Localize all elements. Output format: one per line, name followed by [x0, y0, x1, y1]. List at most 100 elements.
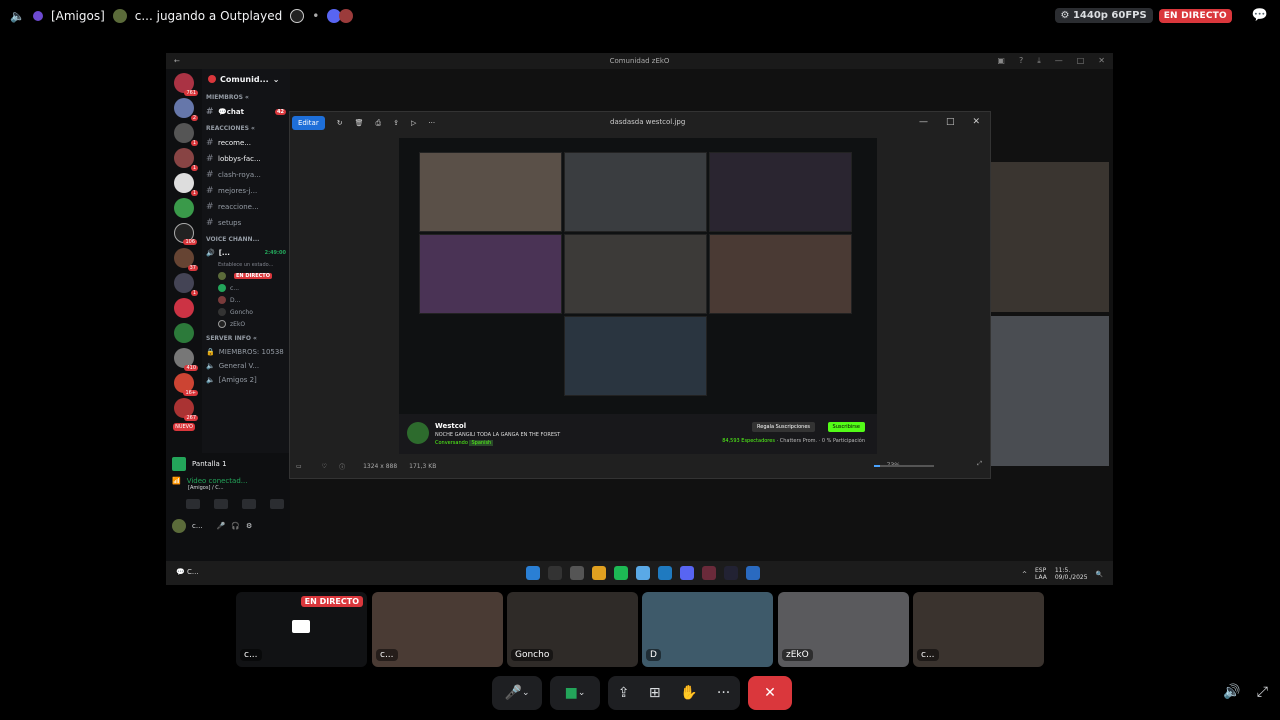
volume-icon[interactable]: 🔊	[1223, 684, 1240, 700]
chevron-up-icon[interactable]: ^	[1022, 571, 1027, 578]
info-icon[interactable]: ⓘ	[339, 462, 345, 471]
zoom-slider[interactable]	[874, 465, 934, 467]
channel-item[interactable]: # lobbys-fac...	[202, 151, 290, 167]
soundboard-button[interactable]	[270, 499, 284, 509]
server-icon-9[interactable]: 1	[174, 273, 198, 296]
windows-start-icon[interactable]	[526, 566, 540, 580]
fullscreen-icon[interactable]: ⤢	[1257, 684, 1268, 700]
rotate-icon[interactable]: ↻	[337, 119, 343, 127]
category-voice[interactable]: VOICE CHANN...	[202, 231, 290, 246]
participant-tile[interactable]: c...	[913, 592, 1044, 667]
favorite-icon[interactable]: ♡	[322, 463, 327, 470]
server-name[interactable]: Comunid... ⌄	[202, 69, 290, 89]
lang-indicator[interactable]: ESP LAA	[1035, 567, 1047, 581]
server-icon-5[interactable]: 1	[174, 173, 198, 196]
gear-icon[interactable]: ⚙	[246, 522, 252, 530]
channel-item[interactable]: # reaccione...	[202, 199, 290, 215]
activities-button[interactable]	[242, 499, 256, 509]
voice-user[interactable]: EN DIRECTO	[202, 270, 290, 282]
chrome-icon[interactable]	[592, 566, 606, 580]
steam-icon[interactable]	[724, 566, 738, 580]
server-icon-6[interactable]	[174, 198, 194, 218]
voice-user[interactable]: zEkO	[202, 318, 290, 330]
participant-tile[interactable]: D	[642, 592, 773, 667]
info-channel[interactable]: 🔒 MIEMBROS: 10538	[202, 345, 290, 359]
settings-app-icon[interactable]	[570, 566, 584, 580]
camera-button[interactable]	[186, 499, 200, 509]
participant-tile[interactable]: EN DIRECTO c...	[236, 592, 367, 667]
server-icon-3[interactable]: 1	[174, 123, 198, 146]
shared-screen[interactable]: ← Comunidad zEkO ▣ ? ⤓ — □ ✕ 761 2 1 1 1…	[166, 53, 1113, 585]
user-name[interactable]: c...	[192, 522, 203, 530]
spotify-icon[interactable]	[614, 566, 628, 580]
mic-icon[interactable]: 🎤	[217, 522, 226, 530]
screen-share-button[interactable]	[214, 499, 228, 509]
channel-item[interactable]: # recome...	[202, 135, 290, 151]
category-server-info[interactable]: Server Info «	[202, 330, 290, 345]
discord-icon[interactable]	[680, 566, 694, 580]
category-miembros[interactable]: MIEMBROS «	[202, 89, 290, 104]
voice-channel-name[interactable]: [Amigos]	[51, 9, 105, 23]
stream-quality-badge[interactable]: ⚙ 1440p 60FPS	[1054, 8, 1153, 23]
info-channel[interactable]: 🔈 [Amigos 2]	[202, 373, 290, 387]
search-icon[interactable]	[548, 566, 562, 580]
minimize-icon[interactable]: —	[1055, 53, 1063, 69]
voice-user[interactable]: c...	[202, 282, 290, 294]
channel-item[interactable]: # clash-roya...	[202, 167, 290, 183]
share-icon[interactable]: ⇪	[393, 119, 399, 127]
print-icon[interactable]: ⎙	[376, 119, 382, 128]
server-icon-1[interactable]: 761	[174, 73, 198, 96]
participant-tile[interactable]: zEkO	[778, 592, 909, 667]
server-icon-13[interactable]: 16+	[174, 373, 198, 396]
server-icon-12[interactable]: 410	[174, 348, 198, 371]
camera-button[interactable]: ■ ⌄	[550, 676, 600, 710]
maximize-icon[interactable]: □	[1077, 53, 1085, 69]
mute-button[interactable]: 🎤 ⌄	[492, 676, 542, 710]
back-arrow-icon[interactable]: ←	[174, 53, 180, 69]
minimize-icon[interactable]: —	[919, 117, 928, 127]
server-icon-10[interactable]	[174, 298, 194, 318]
filmstrip-icon[interactable]: ▭	[296, 463, 302, 470]
clock[interactable]: 11:5. 09/0./2025	[1055, 567, 1088, 581]
leave-call-button[interactable]: ✕	[748, 676, 792, 710]
help-icon[interactable]: ?	[1019, 53, 1023, 69]
voice-channel-amigos[interactable]: 🔊 [... 2:49:00	[202, 246, 290, 260]
channel-item[interactable]: # setups	[202, 215, 290, 231]
server-icon-2[interactable]: 2	[174, 98, 198, 121]
maximize-icon[interactable]: □	[946, 117, 955, 127]
slideshow-icon[interactable]: ▷	[411, 119, 416, 127]
participant-tile[interactable]: Goncho	[507, 592, 638, 667]
fullscreen-icon[interactable]: ⤢	[977, 460, 982, 468]
share-screen-icon[interactable]: ⇪	[618, 685, 630, 701]
chevron-down-icon[interactable]: ⌄	[578, 688, 586, 698]
delete-icon[interactable]: 🗑	[355, 119, 364, 127]
edit-button[interactable]: Editar	[292, 116, 325, 130]
screen-share-button[interactable]: ⇪ ⊞ ✋ ···	[608, 676, 740, 710]
server-icon-11[interactable]	[174, 323, 194, 343]
voice-user[interactable]: D...	[202, 294, 290, 306]
info-channel[interactable]: 🔈 General V...	[202, 359, 290, 373]
edge-icon[interactable]	[658, 566, 672, 580]
more-icon[interactable]: ···	[428, 119, 435, 127]
channel-chat[interactable]: # 💬chat 42	[202, 104, 290, 120]
server-icon-zeko[interactable]: 106	[174, 223, 197, 245]
image-viewer-window[interactable]: Editar ↻ 🗑 ⎙ ⇪ ▷ ··· dasdasda westcol.jp…	[289, 111, 991, 479]
participant-tile[interactable]: c...	[372, 592, 503, 667]
voice-user[interactable]: Goncho	[202, 306, 290, 318]
close-icon[interactable]: ✕	[972, 117, 980, 127]
close-icon[interactable]: ✕	[1098, 53, 1105, 69]
more-icon[interactable]: ···	[717, 685, 730, 701]
zoom-icon[interactable]: 🔍	[1096, 571, 1103, 578]
taskbar-discord[interactable]: 💬 C...	[176, 568, 199, 576]
server-icon-4[interactable]: 1	[174, 148, 198, 171]
headphones-icon[interactable]: 🎧	[231, 522, 240, 530]
obs-icon[interactable]	[702, 566, 716, 580]
pip-icon[interactable]: ▣	[997, 53, 1005, 69]
soundboard-icon[interactable]: ✋	[680, 685, 697, 701]
chevron-down-icon[interactable]: ⌄	[522, 688, 530, 698]
chat-bubble-icon[interactable]: 💬	[1252, 8, 1268, 23]
speaker-icon[interactable]: 🔈	[10, 9, 25, 23]
notepad-icon[interactable]	[636, 566, 650, 580]
download-icon[interactable]: ⤓	[1037, 53, 1041, 69]
photos-icon[interactable]	[746, 566, 760, 580]
